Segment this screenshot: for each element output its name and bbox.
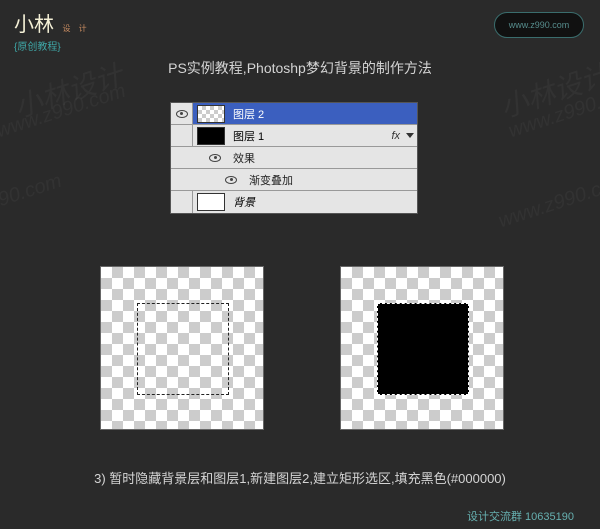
watermark: www.z990.com [495, 170, 600, 233]
layer-row-background[interactable]: 背景 [171, 191, 417, 213]
watermark: www.z990.com [0, 80, 129, 143]
visibility-toggle[interactable] [171, 191, 193, 213]
layer-thumbnail [197, 193, 225, 211]
filled-selection [377, 303, 469, 395]
layer-thumbnail [197, 105, 225, 123]
eye-icon [176, 110, 188, 118]
effects-label: 效果 [233, 150, 255, 166]
footer-text: 设计交流群 10635190 [467, 508, 574, 524]
layer-name: 图层 2 [233, 106, 417, 122]
layer-name: 图层 1 [233, 128, 391, 144]
logo-main: 小林 [14, 14, 54, 36]
preview-canvas-right [340, 266, 504, 430]
effect-item-label: 渐变叠加 [249, 172, 293, 188]
effect-item-row[interactable]: 渐变叠加 [171, 169, 417, 191]
url-cloud: www.z990.com [494, 12, 584, 38]
layer-thumbnail [197, 127, 225, 145]
logo-sub: 设 计 [62, 24, 89, 33]
eye-icon[interactable] [209, 154, 221, 162]
effects-row[interactable]: 效果 [171, 147, 417, 169]
chevron-down-icon[interactable] [406, 133, 414, 138]
layers-panel: 图层 2 图层 1 fx 效果 渐变叠加 背景 [170, 102, 418, 214]
layer-row-layer2[interactable]: 图层 2 [171, 103, 417, 125]
layer-name: 背景 [233, 194, 417, 210]
visibility-toggle[interactable] [171, 103, 193, 124]
preview-canvas-left [100, 266, 264, 430]
logo-bottom: {原创教程} [14, 38, 124, 53]
watermark: www.z990.com [0, 170, 65, 233]
page-title: PS实例教程,Photoshp梦幻背景的制作方法 [0, 58, 600, 78]
visibility-toggle[interactable] [171, 125, 193, 146]
eye-icon[interactable] [225, 176, 237, 184]
layer-row-layer1[interactable]: 图层 1 fx [171, 125, 417, 147]
watermark: www.z990.com [505, 80, 600, 143]
step-caption: 3) 暂时隐藏背景层和图层1,新建图层2,建立矩形选区,填充黑色(#000000… [0, 468, 600, 487]
fx-badge: fx [391, 130, 400, 142]
selection-marquee [137, 303, 229, 395]
logo: 小林 设 计 {原创教程} [14, 8, 124, 54]
